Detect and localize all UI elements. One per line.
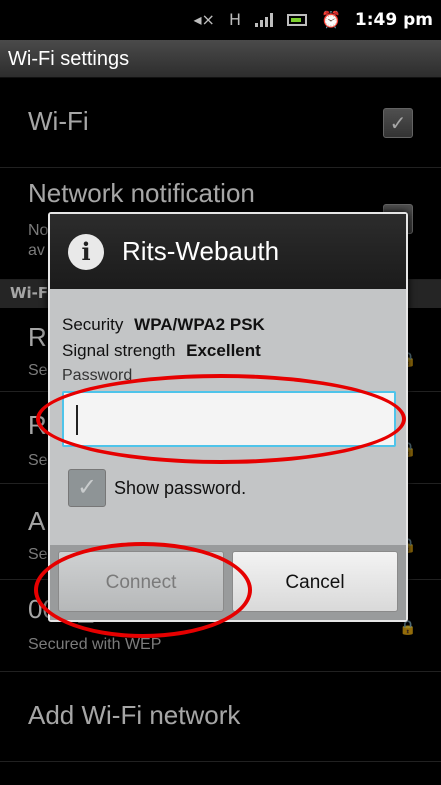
signal-info: Signal strength Excellent [62,341,394,361]
signal-icon [254,13,273,27]
annotation-ellipse-connect [34,542,252,638]
dialog-title: Rits-Webauth [122,236,280,266]
show-password-label: Show password. [114,477,247,498]
page-title: Wi-Fi settings [0,40,441,78]
mute-icon: ◂× [193,10,215,29]
annotation-ellipse-password [36,374,406,464]
info-icon: i [68,233,104,270]
dialog-header: i Rits-Webauth [50,214,406,289]
hspa-icon: H [228,10,241,29]
security-value: WPA/WPA2 PSK [134,315,265,334]
show-password-checkbox[interactable]: ✓ [68,469,106,507]
alarm-icon: ⏰ [320,10,341,29]
security-info: Security WPA/WPA2 PSK [62,315,394,335]
show-password-row[interactable]: ✓ Show password. [68,469,394,507]
clock: 1:49 pm [354,10,433,30]
cancel-button[interactable]: Cancel [232,551,398,612]
battery-icon [286,14,307,26]
security-label: Security [62,315,124,334]
signal-label: Signal strength [62,341,176,360]
signal-value: Excellent [186,341,261,360]
status-bar: ◂× H ⏰ 1:49 pm [0,0,441,40]
